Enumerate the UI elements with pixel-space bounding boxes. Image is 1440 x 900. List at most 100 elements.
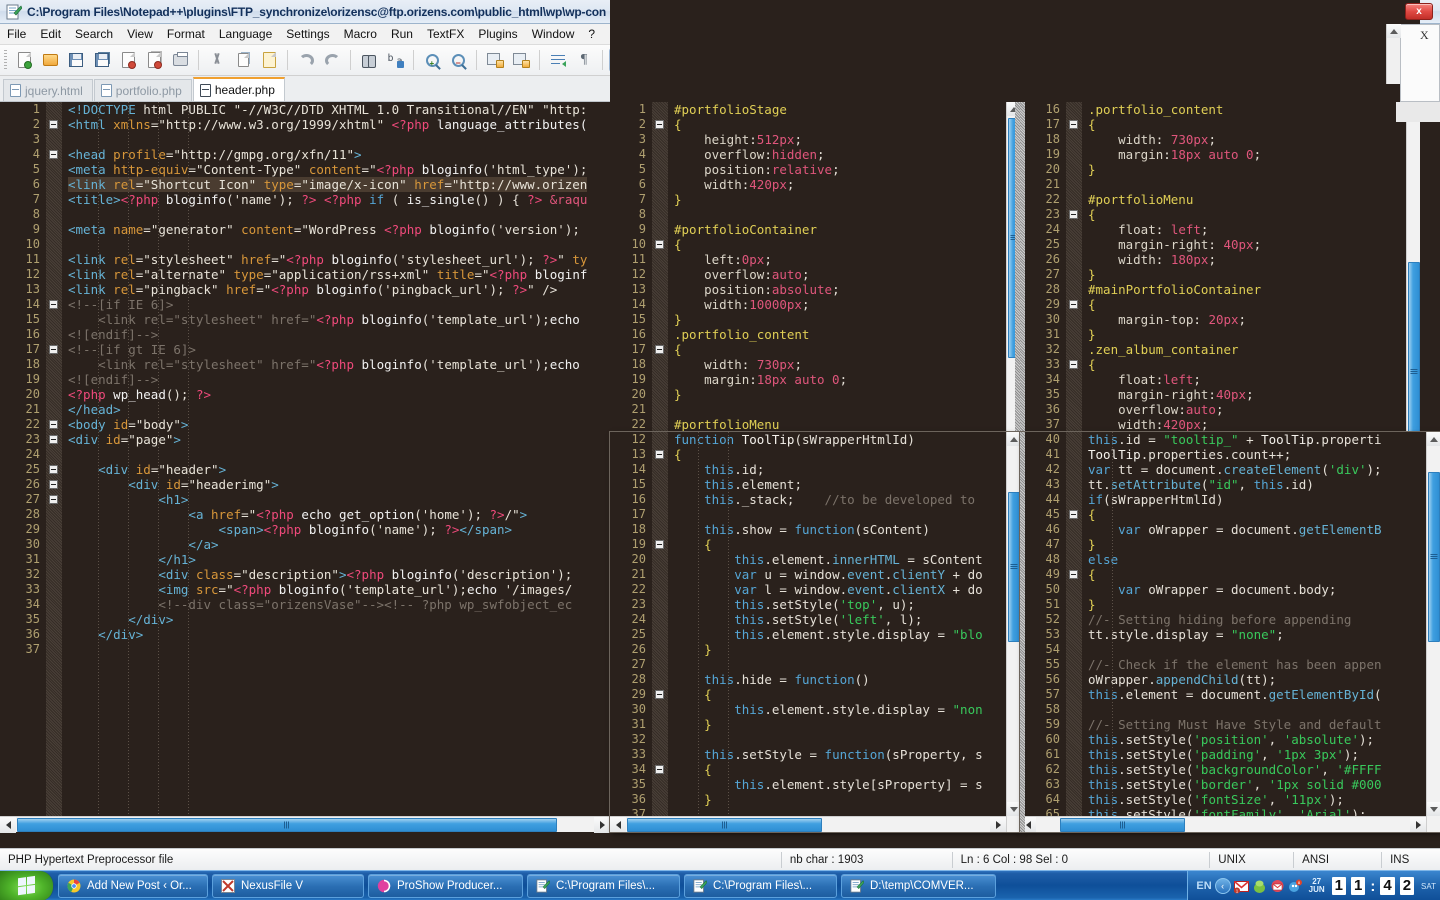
code-line[interactable]: var oWrapper = document.body; bbox=[1088, 582, 1440, 597]
code-line[interactable]: <!DOCTYPE html PUBLIC "-//W3C//DTD XHTML… bbox=[68, 102, 610, 117]
code-line[interactable]: width:420px; bbox=[674, 177, 1020, 192]
fold-toggle-icon[interactable] bbox=[655, 690, 664, 699]
code-line[interactable]: <![endif]--> bbox=[68, 372, 610, 387]
code-line[interactable]: overflow:auto; bbox=[1088, 402, 1420, 417]
vscroll-thumb[interactable] bbox=[1428, 472, 1440, 642]
code-line[interactable]: </div> bbox=[68, 612, 610, 627]
code-line[interactable]: position:relative; bbox=[674, 162, 1020, 177]
code-line[interactable] bbox=[674, 402, 1020, 417]
code-line[interactable]: <![endif]--> bbox=[68, 327, 610, 342]
code-line[interactable]: #portfolioContainer bbox=[674, 222, 1020, 237]
code-line[interactable] bbox=[674, 657, 1020, 672]
menu-file[interactable]: File bbox=[0, 25, 33, 43]
close-all-files-icon[interactable] bbox=[142, 48, 166, 72]
tab-portfolio-php[interactable]: portfolio.php bbox=[93, 79, 192, 101]
code-line[interactable]: </a> bbox=[68, 537, 610, 552]
scroll-up-arrow[interactable] bbox=[1007, 432, 1020, 446]
js-middle-vscrollbar[interactable] bbox=[1006, 432, 1020, 832]
menu-search[interactable]: Search bbox=[68, 25, 120, 43]
code-line[interactable]: margin-right: 40px; bbox=[1088, 237, 1420, 252]
menu-format[interactable]: Format bbox=[160, 25, 212, 43]
code-line[interactable]: #portfolioMenu bbox=[1088, 192, 1420, 207]
scroll-down-arrow[interactable] bbox=[1427, 802, 1440, 816]
code-line[interactable]: this.hide = function() bbox=[674, 672, 1020, 687]
scroll-up-arrow[interactable] bbox=[1387, 24, 1401, 38]
code-line[interactable]: width:10000px; bbox=[674, 297, 1020, 312]
scroll-right-arrow[interactable] bbox=[594, 817, 610, 833]
code-line[interactable] bbox=[68, 207, 610, 222]
code-line[interactable]: <head profile="http://gmpg.org/xfn/11"> bbox=[68, 147, 610, 162]
code-line[interactable]: height:512px; bbox=[674, 132, 1020, 147]
code-line[interactable]: { bbox=[674, 447, 1020, 462]
fold-toggle-icon[interactable] bbox=[1069, 510, 1078, 519]
scroll-left-arrow[interactable] bbox=[610, 817, 626, 832]
code-line[interactable]: tt.style.display = "none"; bbox=[1088, 627, 1440, 642]
code-line[interactable]: <h1> bbox=[68, 492, 610, 507]
fold-toggle-icon[interactable] bbox=[49, 345, 58, 354]
close-button[interactable]: x bbox=[1405, 3, 1433, 20]
taskbar-item-notepadpp-1[interactable]: C:\Program Files\... bbox=[527, 873, 680, 898]
code-line[interactable]: { bbox=[674, 762, 1020, 777]
code-line[interactable]: </head> bbox=[68, 402, 610, 417]
scroll-left-arrow[interactable] bbox=[0, 817, 16, 833]
code-line[interactable] bbox=[68, 642, 610, 657]
code-line[interactable]: } bbox=[674, 192, 1020, 207]
code-line[interactable]: </h1> bbox=[68, 552, 610, 567]
code-line[interactable]: this.setStyle('position', 'absolute'); bbox=[1088, 732, 1440, 747]
code-line[interactable]: } bbox=[674, 312, 1020, 327]
code-line[interactable]: else bbox=[1088, 552, 1440, 567]
code-line[interactable] bbox=[68, 132, 610, 147]
scroll-up-arrow[interactable] bbox=[1427, 432, 1440, 446]
code-line[interactable]: margin:18px auto 0; bbox=[674, 372, 1020, 387]
taskbar-item-notepadpp-3[interactable]: D:\temp\COMVER... bbox=[841, 873, 996, 898]
toolbar-grip[interactable] bbox=[4, 50, 7, 70]
zoom-out-icon[interactable]: − bbox=[446, 48, 470, 72]
code-line[interactable]: { bbox=[1088, 357, 1420, 372]
scroll-right-arrow[interactable] bbox=[1410, 817, 1426, 832]
code-line[interactable]: { bbox=[674, 237, 1020, 252]
code-line[interactable]: overflow:hidden; bbox=[674, 147, 1020, 162]
fold-toggle-icon[interactable] bbox=[49, 420, 58, 429]
editor-pane-js-right[interactable]: 40 41 42 43 44 45 46 47 48 49 50 51 52 53 54 55 56 57 58 59… bbox=[1020, 432, 1440, 832]
code-line[interactable]: this.element.style.display = "non bbox=[674, 702, 1020, 717]
code-line[interactable]: margin:18px auto 0; bbox=[1088, 147, 1420, 162]
menu-settings[interactable]: Settings bbox=[279, 25, 336, 43]
code-line[interactable]: tt.setAttribute("id", this.id) bbox=[1088, 477, 1440, 492]
fold-toggle-icon[interactable] bbox=[1069, 570, 1078, 579]
code-line[interactable]: } bbox=[1088, 327, 1420, 342]
code-line[interactable]: { bbox=[674, 687, 1020, 702]
code-line[interactable]: <link rel="pingback" href="<?php bloginf… bbox=[68, 282, 610, 297]
fold-toggle-icon[interactable] bbox=[49, 120, 58, 129]
code-line[interactable]: </div> bbox=[68, 627, 610, 642]
code-line[interactable]: //- Setting hiding before appending bbox=[1088, 612, 1440, 627]
vscroll-thumb[interactable] bbox=[1008, 492, 1020, 642]
fold-toggle-icon[interactable] bbox=[49, 465, 58, 474]
code-line[interactable]: <link rel="stylesheet" href="<?php blogi… bbox=[68, 357, 610, 372]
js-right-vscrollbar[interactable] bbox=[1426, 432, 1440, 832]
paste-icon[interactable] bbox=[257, 48, 281, 72]
code-line[interactable]: var l = window.event.clientX + do bbox=[674, 582, 1020, 597]
code-text[interactable]: <!DOCTYPE html PUBLIC "-//W3C//DTD XHTML… bbox=[62, 102, 610, 832]
code-line[interactable]: oWrapper.appendChild(tt); bbox=[1088, 672, 1440, 687]
tab-header-php[interactable]: header.php bbox=[192, 77, 285, 101]
sync-vertical-scroll-icon[interactable] bbox=[483, 48, 507, 72]
code-line[interactable]: <link rel="stylesheet" href="<?php blogi… bbox=[68, 252, 610, 267]
code-line[interactable]: <img src="<?php bloginfo('template_url')… bbox=[68, 582, 610, 597]
code-line[interactable]: } bbox=[674, 642, 1020, 657]
code-line[interactable]: this.id; bbox=[674, 462, 1020, 477]
code-line[interactable]: this.setStyle('fontSize', '11px'); bbox=[1088, 792, 1440, 807]
code-line[interactable]: <div class="description"><?php bloginfo(… bbox=[68, 567, 610, 582]
code-line[interactable] bbox=[1088, 177, 1420, 192]
code-line[interactable]: margin-right:40px; bbox=[1088, 387, 1420, 402]
code-line[interactable]: var u = window.event.clientY + do bbox=[674, 567, 1020, 582]
code-line[interactable]: this.setStyle('left', l); bbox=[674, 612, 1020, 627]
code-line[interactable]: this.element = document.getElementById( bbox=[1088, 687, 1440, 702]
js-middle-hscrollbar[interactable] bbox=[610, 816, 1006, 832]
code-line[interactable]: { bbox=[1088, 567, 1440, 582]
code-line[interactable] bbox=[674, 732, 1020, 747]
fold-toggle-icon[interactable] bbox=[49, 300, 58, 309]
code-line[interactable]: .portfolio_content bbox=[674, 327, 1020, 342]
redo-icon[interactable] bbox=[320, 48, 344, 72]
fold-toggle-icon[interactable] bbox=[49, 150, 58, 159]
fold-margin[interactable] bbox=[652, 432, 668, 832]
